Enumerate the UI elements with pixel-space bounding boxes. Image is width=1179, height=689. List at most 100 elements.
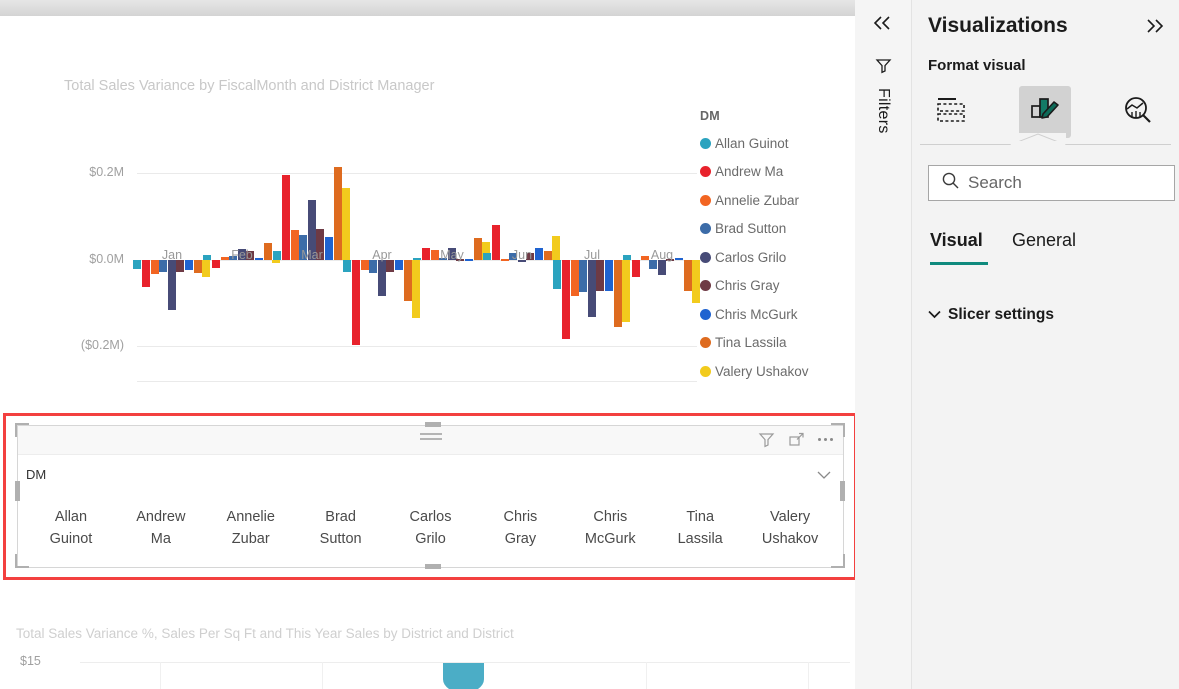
- format-visual-label: Format visual: [928, 57, 1026, 74]
- x-axis-tick-label: Mar: [301, 248, 323, 262]
- tab-general[interactable]: General: [1012, 230, 1076, 251]
- y-axis-tick-label: $0.0M: [89, 251, 124, 266]
- slicer-tile[interactable]: Allan Guinot: [26, 502, 116, 554]
- chart-bar[interactable]: [587, 259, 596, 317]
- visualizations-pane-title: Visualizations: [928, 14, 1068, 37]
- chart-bar[interactable]: [351, 259, 360, 345]
- resize-handle-bottom[interactable]: [425, 564, 441, 569]
- collapse-visualizations-icon[interactable]: [1143, 18, 1165, 39]
- slicer-tile[interactable]: Chris McGurk: [565, 502, 655, 554]
- analytics-tab[interactable]: [1112, 86, 1164, 138]
- chart-title-sales-variance-pct: Total Sales Variance %, Sales Per Sq Ft …: [16, 626, 514, 641]
- x-axis-tick-label: Feb: [231, 248, 253, 262]
- chart-bar[interactable]: [570, 259, 579, 296]
- slicer-tile[interactable]: Tina Lassila: [655, 502, 745, 554]
- chart-bar[interactable]: [403, 259, 412, 301]
- legend-item[interactable]: Tina Lassila: [700, 329, 809, 358]
- bar-chart-plot-area[interactable]: [133, 156, 701, 382]
- chart-bar[interactable]: [202, 259, 211, 277]
- canvas-top-bar: [0, 0, 855, 16]
- slicer-tile[interactable]: Chris Gray: [475, 502, 565, 554]
- y-axis-tick-label: ($0.2M): [80, 338, 124, 353]
- chart-bar[interactable]: [596, 259, 605, 292]
- chart-axis-line: [137, 381, 697, 382]
- legend-item-label: Brad Sutton: [715, 221, 787, 237]
- chart-bar[interactable]: [561, 259, 570, 339]
- x-axis-tick-label: Jan: [161, 248, 183, 262]
- chart-bar[interactable]: [377, 259, 386, 296]
- chart-bar[interactable]: [622, 259, 631, 323]
- slicer-tile[interactable]: Valery Ushakov: [745, 502, 835, 554]
- chevron-down-icon[interactable]: [817, 467, 831, 485]
- resize-handle-left[interactable]: [15, 481, 20, 501]
- slicer-tile-list[interactable]: Allan Guinot Andrew Ma Annelie Zubar Brad Sutto…: [26, 502, 835, 554]
- chevron-down-icon: [928, 306, 941, 324]
- chart-bar[interactable]: [604, 259, 613, 292]
- legend-item[interactable]: Carlos Grilo: [700, 243, 809, 272]
- legend-color-swatch: [700, 194, 711, 206]
- x-axis-tick-label: Aug: [650, 248, 674, 262]
- filters-pane-label: Filters: [875, 88, 892, 134]
- slicer-field-row[interactable]: DM: [18, 455, 843, 497]
- expand-filters-icon[interactable]: [872, 15, 894, 36]
- legend-item-label: Chris Gray: [715, 278, 780, 294]
- x-axis-tick-label: May: [440, 248, 464, 262]
- resize-handle-top-left[interactable]: [15, 423, 29, 437]
- chart2-vgrid: [646, 662, 647, 689]
- chart-bar[interactable]: [141, 259, 150, 288]
- chart-bar[interactable]: [613, 259, 622, 327]
- legend-item[interactable]: Annelie Zubar: [700, 186, 809, 215]
- resize-handle-top-right[interactable]: [831, 423, 845, 437]
- legend-item-label: Carlos Grilo: [715, 249, 787, 265]
- legend-item[interactable]: Chris McGurk: [700, 300, 809, 329]
- legend-item[interactable]: Allan Guinot: [700, 129, 809, 158]
- legend-item-label: Allan Guinot: [715, 135, 789, 151]
- chart-bar[interactable]: [167, 259, 176, 310]
- slicer-tile[interactable]: Carlos Grilo: [386, 502, 476, 554]
- more-options-icon[interactable]: [818, 438, 833, 441]
- search-input[interactable]: Search: [928, 165, 1175, 201]
- chart-bar[interactable]: [579, 259, 588, 292]
- chart-bar[interactable]: [412, 259, 421, 319]
- slicer-field-label: DM: [26, 467, 47, 482]
- active-tab-underline: [930, 262, 988, 265]
- legend-color-swatch: [700, 223, 711, 235]
- slicer-tile[interactable]: Annelie Zubar: [206, 502, 296, 554]
- drag-handle-icon[interactable]: [419, 433, 442, 443]
- chart-bar[interactable]: [553, 259, 562, 290]
- resize-handle-bottom-right[interactable]: [831, 554, 845, 568]
- chart2-bubble[interactable]: [443, 663, 484, 689]
- chart-bar[interactable]: [631, 259, 640, 278]
- chart-legend: DM Allan Guinot Andrew Ma Annelie Zubar Bra…: [700, 109, 809, 386]
- legend-item[interactable]: Brad Sutton: [700, 215, 809, 244]
- slicer-settings-section[interactable]: Slicer settings: [928, 306, 1054, 324]
- resize-handle-top[interactable]: [425, 422, 441, 427]
- report-canvas: Total Sales Variance by FiscalMonth and …: [0, 16, 857, 689]
- legend-item-label: Annelie Zubar: [715, 192, 800, 208]
- legend-title: DM: [700, 109, 720, 123]
- x-axis-tick-label: Jul: [584, 248, 600, 262]
- search-icon: [941, 171, 960, 195]
- legend-item[interactable]: Valery Ushakov: [700, 357, 809, 386]
- resize-handle-right[interactable]: [840, 481, 845, 501]
- chart-bar[interactable]: [692, 259, 701, 304]
- filter-icon[interactable]: [875, 57, 892, 79]
- resize-handle-bottom-left[interactable]: [15, 554, 29, 568]
- format-visual-tab[interactable]: [1019, 86, 1071, 138]
- chart-bar[interactable]: [683, 259, 692, 292]
- legend-color-swatch: [700, 137, 711, 149]
- legend-item-label: Chris McGurk: [715, 306, 798, 322]
- build-visual-tab[interactable]: [926, 86, 978, 138]
- filter-icon[interactable]: [758, 431, 775, 448]
- focus-mode-icon[interactable]: [788, 431, 805, 448]
- legend-item[interactable]: Chris Gray: [700, 272, 809, 301]
- dm-slicer-visual[interactable]: DM Allan Guinot Andrew Ma Annelie Zubar Brad Su…: [17, 425, 844, 568]
- chart2-vgrid: [808, 662, 809, 689]
- slicer-tile[interactable]: Andrew Ma: [116, 502, 206, 554]
- chart-bar[interactable]: [333, 167, 342, 260]
- legend-item[interactable]: Andrew Ma: [700, 158, 809, 187]
- slicer-tile[interactable]: Brad Sutton: [296, 502, 386, 554]
- chart-bar[interactable]: [657, 259, 666, 276]
- tab-visual[interactable]: Visual: [930, 230, 983, 251]
- filters-pane-collapsed[interactable]: Filters: [855, 0, 912, 689]
